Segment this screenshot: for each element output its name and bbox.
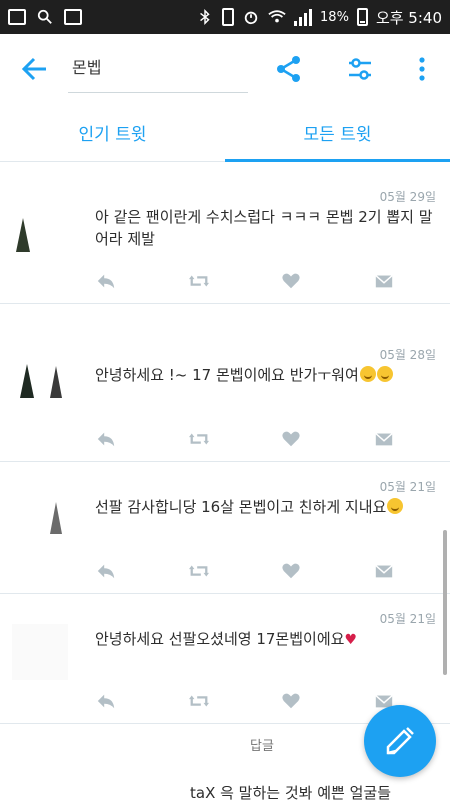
tweet-text-content: 선팔 감사합니당 16살 몬벱이고 친하게 지내요 <box>95 498 387 516</box>
retweet-button[interactable] <box>188 270 210 292</box>
tweet-text: 안녕하세요 선팔오셨네영 17몬벱이에요♥ <box>95 628 436 651</box>
retweet-button[interactable] <box>188 560 210 582</box>
tweet-item[interactable]: 05월 21일 안녕하세요 선팔오셨네영 17몬벱이에요♥ <box>0 594 450 724</box>
avatar[interactable] <box>12 210 68 266</box>
heart-icon <box>282 431 300 447</box>
more-options-button[interactable] <box>405 52 439 86</box>
alarm-icon <box>244 11 258 25</box>
share-icon <box>277 56 300 82</box>
tweet-text: 아 같은 팬이란게 수치스럽다 ㅋㅋㅋ 몬벱 2기 뽑지 말어라 제발 <box>95 208 433 248</box>
heart-emoji-icon: ♥ <box>344 632 357 648</box>
tweet-date: 05월 29일 <box>379 190 436 204</box>
message-button[interactable] <box>373 270 395 292</box>
tweet-actions <box>95 270 395 292</box>
tweet-text: 선팔 감사합니당 16살 몬벱이고 친하게 지내요 <box>95 496 436 518</box>
more-vertical-icon <box>419 57 425 81</box>
reply-button[interactable] <box>95 690 117 712</box>
signal-icon <box>294 8 313 26</box>
envelope-icon <box>375 433 393 446</box>
back-button[interactable] <box>20 54 50 84</box>
tweet-text-content: 안녕하세요 선팔오셨네영 17몬벱이에요 <box>95 630 345 648</box>
app-notification-icon <box>64 9 82 25</box>
tweet-item[interactable]: 05월 21일 선팔 감사합니당 16살 몬벱이고 친하게 지내요 <box>0 462 450 594</box>
vibrate-icon <box>222 8 235 26</box>
heart-icon <box>282 273 300 289</box>
image-notification-icon <box>8 9 26 25</box>
tweet-item[interactable]: 05월 29일 아 같은 팬이란게 수치스럽다 ㅋㅋㅋ 몬벱 2기 뽑지 말어라… <box>0 172 450 304</box>
like-button[interactable] <box>280 270 302 292</box>
message-button[interactable] <box>373 428 395 450</box>
tweet-actions <box>95 428 395 450</box>
search-query-title[interactable]: 몬벱 <box>72 54 101 78</box>
title-underline <box>68 92 248 93</box>
like-button[interactable] <box>280 690 302 712</box>
toolbar: 몬벱 <box>0 34 450 104</box>
reply-icon <box>97 432 115 447</box>
retweet-icon <box>188 433 209 445</box>
tweet-item[interactable]: 05월 28일 안녕하세요 !~ 17 몬벱이에요 반가ㅜ워여 <box>0 304 450 462</box>
avatar[interactable] <box>12 624 68 680</box>
reply-icon <box>97 274 115 289</box>
tab-top-tweets[interactable]: 인기 트윗 <box>0 104 225 161</box>
retweet-button[interactable] <box>188 690 210 712</box>
status-bar: 18% 오후 5:40 <box>0 0 450 34</box>
compose-tweet-button[interactable] <box>364 705 436 777</box>
bluetooth-icon <box>200 9 210 25</box>
battery-icon <box>356 8 368 26</box>
reply-button[interactable] <box>95 560 117 582</box>
like-button[interactable] <box>280 428 302 450</box>
tweet-text: taX 윽 말하는 것봐 예쁜 얼굴들 <box>190 784 391 800</box>
arrow-left-icon <box>21 57 46 81</box>
tab-bar: 인기 트윗 모든 트윗 <box>0 104 450 162</box>
tab-all-tweets[interactable]: 모든 트윗 <box>225 104 450 162</box>
retweet-icon <box>188 275 209 287</box>
smile-emoji-icon <box>387 498 404 514</box>
search-notification-icon <box>37 9 52 24</box>
retweet-icon <box>188 695 209 707</box>
heart-icon <box>282 563 300 579</box>
tweet-text: 안녕하세요 !~ 17 몬벱이에요 반가ㅜ워여 <box>95 364 436 386</box>
reply-icon <box>97 694 115 709</box>
avatar[interactable] <box>12 492 68 548</box>
tweet-date: 05월 21일 <box>379 480 436 494</box>
wifi-icon <box>268 10 286 23</box>
tweet-actions <box>95 560 395 582</box>
sliders-icon <box>349 58 371 80</box>
compose-icon <box>386 727 414 755</box>
tweet-date: 05월 21일 <box>379 612 436 626</box>
tweet-date: 05월 28일 <box>379 348 436 362</box>
reply-button[interactable] <box>95 428 117 450</box>
tweet-feed[interactable]: 05월 29일 아 같은 팬이란게 수치스럽다 ㅋㅋㅋ 몬벱 2기 뽑지 말어라… <box>0 172 450 800</box>
tweet-text-content: 안녕하세요 !~ 17 몬벱이에요 반가ㅜ워여 <box>95 366 359 384</box>
smile-emoji-icon <box>376 366 393 382</box>
filter-button[interactable] <box>343 52 377 86</box>
retweet-button[interactable] <box>188 428 210 450</box>
message-button[interactable] <box>373 560 395 582</box>
reply-button[interactable] <box>95 270 117 292</box>
reply-icon <box>97 564 115 579</box>
smile-emoji-icon <box>359 366 376 382</box>
battery-percent: 18% <box>320 9 349 25</box>
avatar[interactable] <box>12 356 68 412</box>
retweet-icon <box>188 565 209 577</box>
envelope-icon <box>375 565 393 578</box>
envelope-icon <box>375 275 393 288</box>
scrollbar[interactable] <box>443 530 447 675</box>
like-button[interactable] <box>280 560 302 582</box>
heart-icon <box>282 693 300 709</box>
share-button[interactable] <box>272 52 306 86</box>
clock: 오후 5:40 <box>375 8 442 27</box>
tweet-actions <box>95 690 395 712</box>
